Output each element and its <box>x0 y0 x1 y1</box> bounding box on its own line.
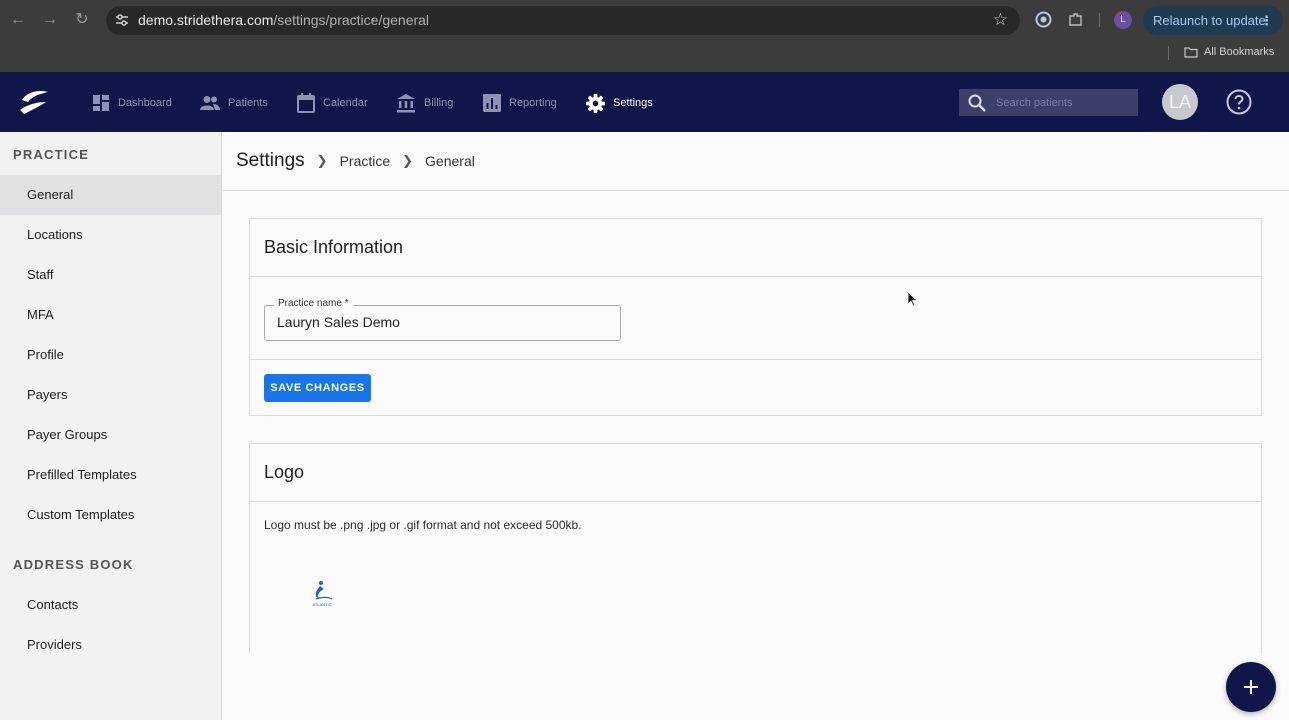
logo-card-title: Logo <box>264 462 305 482</box>
breadcrumb: Settings ❯ Practice ❯ General <box>236 150 475 172</box>
password-manager-icon[interactable] <box>1035 11 1052 28</box>
relaunch-label: Relaunch to update <box>1153 13 1266 28</box>
nav-patients-label: Patients <box>228 97 268 109</box>
gear-icon <box>586 93 605 113</box>
nav-dashboard[interactable]: Dashboard <box>92 92 172 114</box>
help-icon[interactable] <box>1226 89 1252 115</box>
stride-logo[interactable] <box>18 88 50 116</box>
app-top-nav: Dashboard Patients Calendar Billing Repo… <box>0 72 1289 132</box>
nav-calendar-label: Calendar <box>323 97 368 109</box>
sidebar-section-address-book: ADDRESS BOOK <box>13 557 134 572</box>
practice-logo-image[interactable]: ATLANTIC <box>306 577 338 609</box>
logo-format-note: Logo must be .png .jpg or .gif format an… <box>264 518 582 532</box>
sidebar-item-profile[interactable]: Profile <box>0 335 221 375</box>
sidebar-item-custom-templates[interactable]: Custom Templates <box>0 495 221 535</box>
sidebar-item-payer-groups[interactable]: Payer Groups <box>0 415 221 455</box>
all-bookmarks-label: All Bookmarks <box>1204 46 1275 58</box>
save-changes-button[interactable]: SAVE CHANGES <box>264 374 371 402</box>
more-menu-icon[interactable]: ⋮ <box>1260 6 1273 35</box>
logo-card: Logo Logo must be .png .jpg or .gif form… <box>249 443 1262 653</box>
calendar-icon <box>297 93 315 113</box>
reload-icon[interactable]: ↻ <box>72 10 92 30</box>
nav-settings-label: Settings <box>613 97 653 109</box>
all-bookmarks[interactable]: All Bookmarks <box>1184 46 1274 58</box>
nav-billing-label: Billing <box>424 97 454 109</box>
chart-icon <box>483 94 501 112</box>
sidebar-item-payers[interactable]: Payers <box>0 375 221 415</box>
folder-icon <box>1184 47 1198 58</box>
sidebar-section-practice: PRACTICE <box>13 147 90 162</box>
breadcrumb-settings[interactable]: Settings <box>236 150 305 172</box>
practice-name-label: Practice name * <box>274 298 353 309</box>
chevron-right-icon: ❯ <box>402 153 414 168</box>
browser-chrome: ← → ↻ demo.stridethera.com/settings/prac… <box>0 0 1289 72</box>
extensions-icon[interactable] <box>1067 11 1084 28</box>
nav-reporting-label: Reporting <box>509 97 557 109</box>
profile-avatar[interactable]: L <box>1114 11 1132 29</box>
nav-patients[interactable]: Patients <box>200 92 268 114</box>
sidebar-item-providers[interactable]: Providers <box>0 625 221 665</box>
search-icon <box>968 94 986 112</box>
url-path: /settings/practice/general <box>273 12 430 28</box>
search-input[interactable] <box>996 96 1126 109</box>
card-divider <box>250 359 1261 360</box>
toolbar-divider <box>1099 13 1100 27</box>
chevron-right-icon: ❯ <box>316 153 328 168</box>
nav-dashboard-label: Dashboard <box>118 97 172 109</box>
address-bar[interactable]: demo.stridethera.com/settings/practice/g… <box>106 6 1020 35</box>
practice-logo-text: ATLANTIC <box>312 602 331 607</box>
forward-icon[interactable]: → <box>40 10 60 30</box>
url-text: demo.stridethera.com/settings/practice/g… <box>138 12 429 28</box>
sidebar-item-mfa[interactable]: MFA <box>0 295 221 335</box>
breadcrumb-general: General <box>425 153 475 169</box>
practice-name-field[interactable]: Practice name * <box>264 298 621 341</box>
sidebar-item-general[interactable]: General <box>0 175 221 215</box>
breadcrumb-practice[interactable]: Practice <box>340 153 391 169</box>
plus-icon <box>1244 680 1258 694</box>
card-divider <box>250 501 1261 502</box>
site-settings-icon[interactable] <box>114 12 130 28</box>
practice-name-input[interactable] <box>277 314 607 330</box>
bookmark-star-icon[interactable]: ☆ <box>993 10 1008 30</box>
relaunch-button[interactable]: Relaunch to update ⋮ <box>1143 6 1283 35</box>
patient-search[interactable] <box>959 89 1138 116</box>
sidebar-item-prefilled-templates[interactable]: Prefilled Templates <box>0 455 221 495</box>
basic-information-card: Basic Information Practice name * SAVE C… <box>249 218 1262 416</box>
header-divider <box>222 190 1289 191</box>
nav-settings[interactable]: Settings <box>586 92 653 114</box>
user-avatar[interactable]: LA <box>1162 84 1198 120</box>
people-icon <box>200 96 220 110</box>
bookmarks-divider <box>1168 46 1169 60</box>
nav-billing[interactable]: Billing <box>396 92 453 114</box>
settings-sidebar: PRACTICE General Locations Staff MFA Pro… <box>0 132 222 720</box>
sidebar-item-locations[interactable]: Locations <box>0 215 221 255</box>
bank-icon <box>397 94 415 113</box>
back-icon[interactable]: ← <box>8 10 28 30</box>
mouse-cursor-icon <box>908 292 918 307</box>
card-divider <box>250 276 1261 277</box>
sidebar-item-staff[interactable]: Staff <box>0 255 221 295</box>
url-host: demo.stridethera.com <box>138 12 274 28</box>
basic-information-title: Basic Information <box>264 237 404 257</box>
sidebar-item-contacts[interactable]: Contacts <box>0 585 221 625</box>
nav-reporting[interactable]: Reporting <box>483 92 557 114</box>
dashboard-icon <box>93 95 109 111</box>
add-fab-button[interactable] <box>1226 662 1276 712</box>
nav-calendar[interactable]: Calendar <box>297 92 368 114</box>
